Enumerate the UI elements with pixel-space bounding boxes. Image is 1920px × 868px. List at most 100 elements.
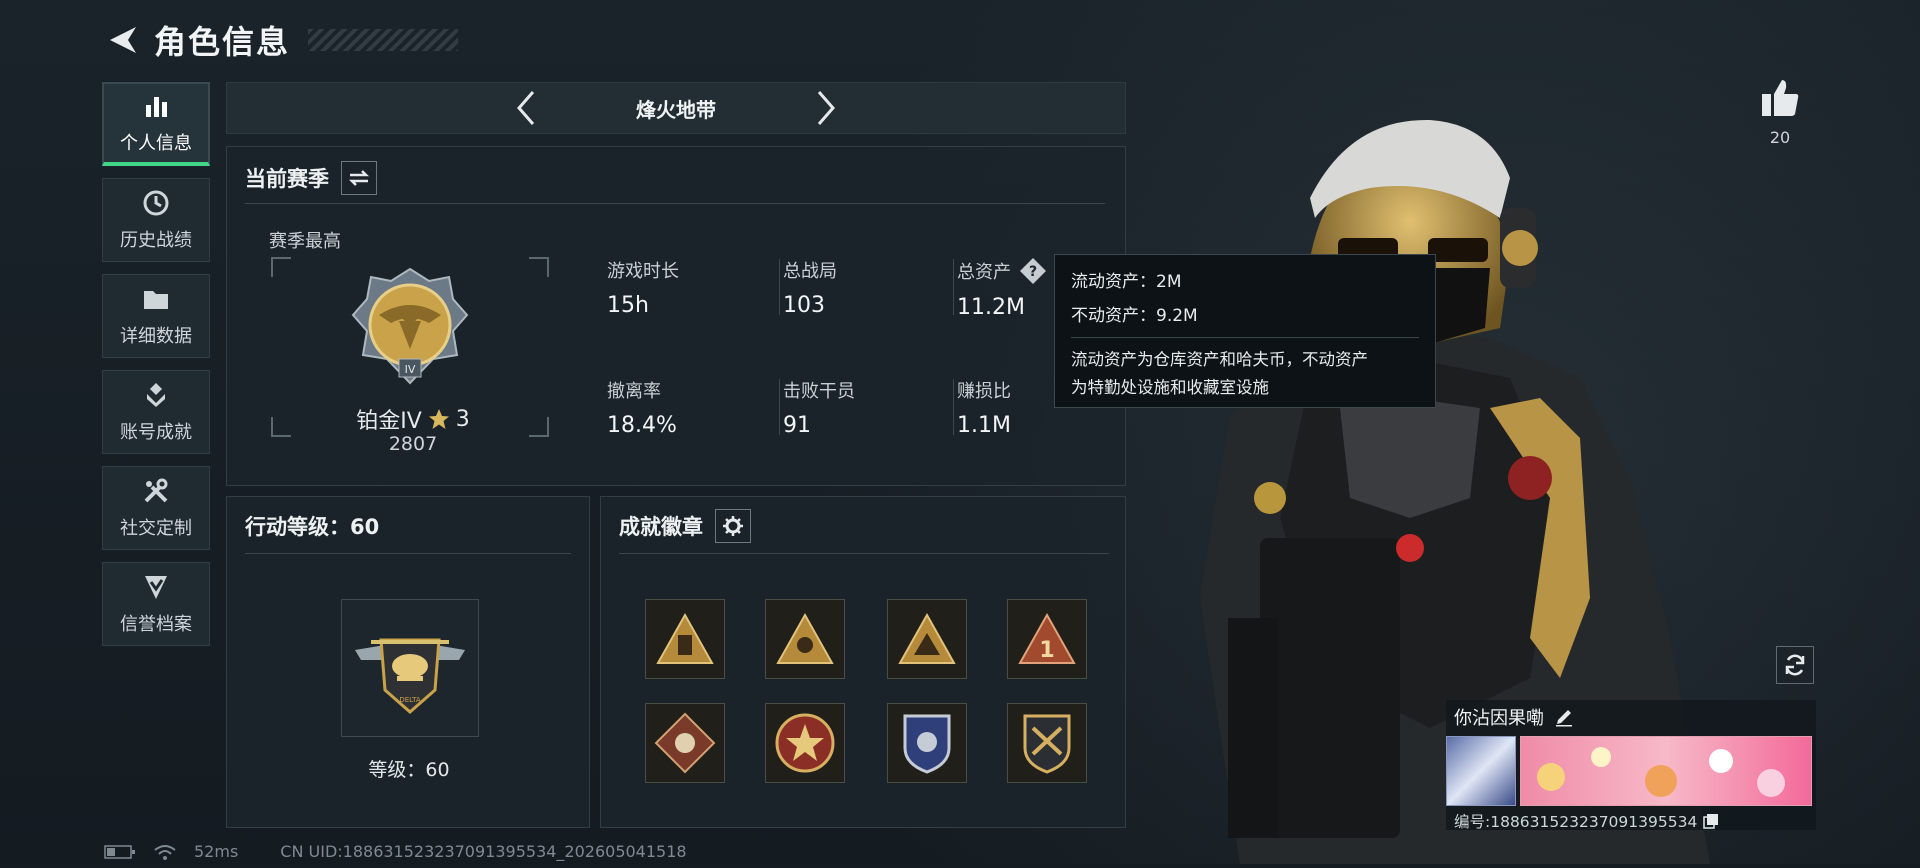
chevron-left-icon: [517, 91, 535, 125]
refresh-button[interactable]: [1776, 646, 1814, 684]
shield-check-icon: [141, 572, 171, 602]
svg-text:DELTA: DELTA: [399, 696, 420, 704]
like-count: 20: [1769, 128, 1791, 147]
nav-label: 详细数据: [120, 326, 192, 347]
battery-icon: [104, 844, 136, 860]
tooltip-note-line1: 流动资产为仓库资产和哈夫币，不动资产: [1071, 350, 1368, 369]
season-title: 当前赛季: [245, 167, 329, 191]
stat-total-matches: 总战局 103: [783, 257, 837, 318]
stat-separator: [953, 259, 954, 315]
stat-label: 游戏时长: [607, 261, 679, 282]
achievement-badge[interactable]: [765, 703, 845, 783]
header: 角色信息: [104, 20, 459, 61]
nav-item-profile[interactable]: 个人信息: [102, 82, 210, 166]
help-icon[interactable]: ?: [1019, 257, 1047, 285]
achievements-title: 成就徽章: [619, 515, 703, 539]
stat-profit-ratio: 赚损比 1.1M: [957, 377, 1011, 438]
gear-icon: [723, 516, 743, 536]
stat-label: 总资产: [957, 262, 1011, 283]
svg-text:?: ?: [1029, 264, 1037, 280]
stat-value: 11.2M: [957, 295, 1025, 320]
achievement-badge[interactable]: [1007, 703, 1087, 783]
like-block: 20: [1758, 78, 1802, 147]
nav-item-social[interactable]: 社交定制: [102, 466, 210, 550]
action-level-emblem: DELTA: [341, 599, 479, 737]
rank-line: 铂金IV 3: [323, 403, 503, 435]
stat-extract-rate: 撤离率 18.4%: [607, 377, 677, 438]
side-nav: 个人信息 历史战绩 详细数据 账号成就 社交定制 信誉档案: [102, 82, 212, 646]
helicopter-emblem-icon: DELTA: [355, 638, 465, 714]
divider: [619, 553, 1109, 554]
stat-value: 103: [783, 293, 825, 318]
season-header: 当前赛季: [245, 161, 377, 195]
tools-icon: [141, 476, 171, 506]
svg-text:1: 1: [1039, 638, 1054, 663]
nav-label: 账号成就: [120, 422, 192, 443]
uid-text: CN UID:18863152323709139553​4_2026050415…: [280, 842, 687, 861]
stat-label: 总战局: [783, 261, 837, 282]
stat-kills: 击败干员 91: [783, 377, 855, 438]
achievement-icon: [141, 380, 171, 410]
season-panel: 当前赛季 赛季最高 IV 铂金IV 3 2807 游戏时长 15h 总战局 10…: [226, 146, 1126, 486]
assets-tooltip: 流动资产：2M 不动资产：9.2M 流动资产为仓库资产和哈夫币，不动资产 为特勤…: [1054, 254, 1436, 408]
achievement-badge[interactable]: [645, 599, 725, 679]
stat-value: 91: [783, 413, 811, 438]
tooltip-fixed-assets: 不动资产：9.2M: [1071, 306, 1198, 326]
chevron-right-icon: [817, 91, 835, 125]
stat-label: 击败干员: [783, 381, 855, 402]
back-arrow-icon[interactable]: [104, 22, 140, 58]
mode-title: 烽火地带: [636, 97, 716, 122]
achievement-badge[interactable]: [645, 703, 725, 783]
page-title: 角色信息: [154, 23, 291, 61]
season-best-label: 赛季最高: [269, 231, 341, 252]
nav-item-history[interactable]: 历史战绩: [102, 178, 210, 262]
stat-separator: [779, 259, 780, 315]
svg-text:IV: IV: [405, 363, 416, 376]
divider: [245, 203, 1105, 204]
copy-icon[interactable]: [1703, 813, 1719, 829]
thumbs-up-icon[interactable]: [1760, 78, 1800, 122]
edit-pencil-icon[interactable]: [1554, 707, 1574, 727]
prev-mode-button[interactable]: [496, 83, 556, 133]
nav-item-detail-data[interactable]: 详细数据: [102, 274, 210, 358]
switch-season-button[interactable]: [341, 161, 377, 195]
achievement-badge[interactable]: [765, 599, 845, 679]
stat-total-assets: 总资产 ? 11.2M: [957, 257, 1047, 320]
achievement-badge[interactable]: [887, 599, 967, 679]
refresh-icon: [1785, 654, 1805, 676]
next-mode-button[interactable]: [796, 83, 856, 133]
stat-label: 撤离率: [607, 381, 661, 402]
stat-separator: [953, 379, 954, 435]
mode-selector: 烽火地带: [226, 82, 1126, 134]
player-banner[interactable]: [1520, 736, 1812, 806]
title-decoration: [308, 29, 459, 51]
achievement-badge[interactable]: 1: [1007, 599, 1087, 679]
player-avatar[interactable]: [1446, 736, 1516, 806]
player-card: 你沾因果嘞 编号:18863152323709139553​4: [1446, 700, 1816, 831]
nav-item-credit[interactable]: 信誉档案: [102, 562, 210, 646]
player-name-row: 你沾因果嘞: [1454, 704, 1574, 730]
star-icon: [428, 409, 449, 429]
stat-value: 15h: [607, 293, 649, 318]
nav-item-achievements[interactable]: 账号成就: [102, 370, 210, 454]
stat-separator: [779, 379, 780, 435]
achievement-badge[interactable]: [887, 703, 967, 783]
rank-score: 2807: [388, 433, 438, 455]
stat-play-time: 游戏时长 15h: [607, 257, 679, 318]
nav-label: 历史战绩: [120, 230, 192, 251]
wifi-icon: [154, 844, 176, 860]
action-level-panel: 行动等级：60 DELTA 等级：60: [226, 496, 590, 828]
tooltip-liquid-assets: 流动资产：2M: [1071, 272, 1182, 292]
bar-chart-icon: [141, 91, 171, 121]
level-label: 等级：60: [368, 759, 450, 781]
nav-label: 个人信息: [120, 133, 192, 154]
achievements-header: 成就徽章: [619, 509, 751, 543]
ping-text: 52ms: [194, 842, 239, 861]
nav-label: 信誉档案: [120, 614, 192, 635]
achievement-settings-button[interactable]: [715, 509, 751, 543]
stat-value: 18.4%: [607, 413, 677, 438]
stat-value: 1.1M: [957, 413, 1011, 438]
rank-name: 铂金IV: [356, 409, 422, 434]
player-name: 你沾因果嘞: [1454, 708, 1544, 729]
nav-label: 社交定制: [120, 518, 192, 539]
